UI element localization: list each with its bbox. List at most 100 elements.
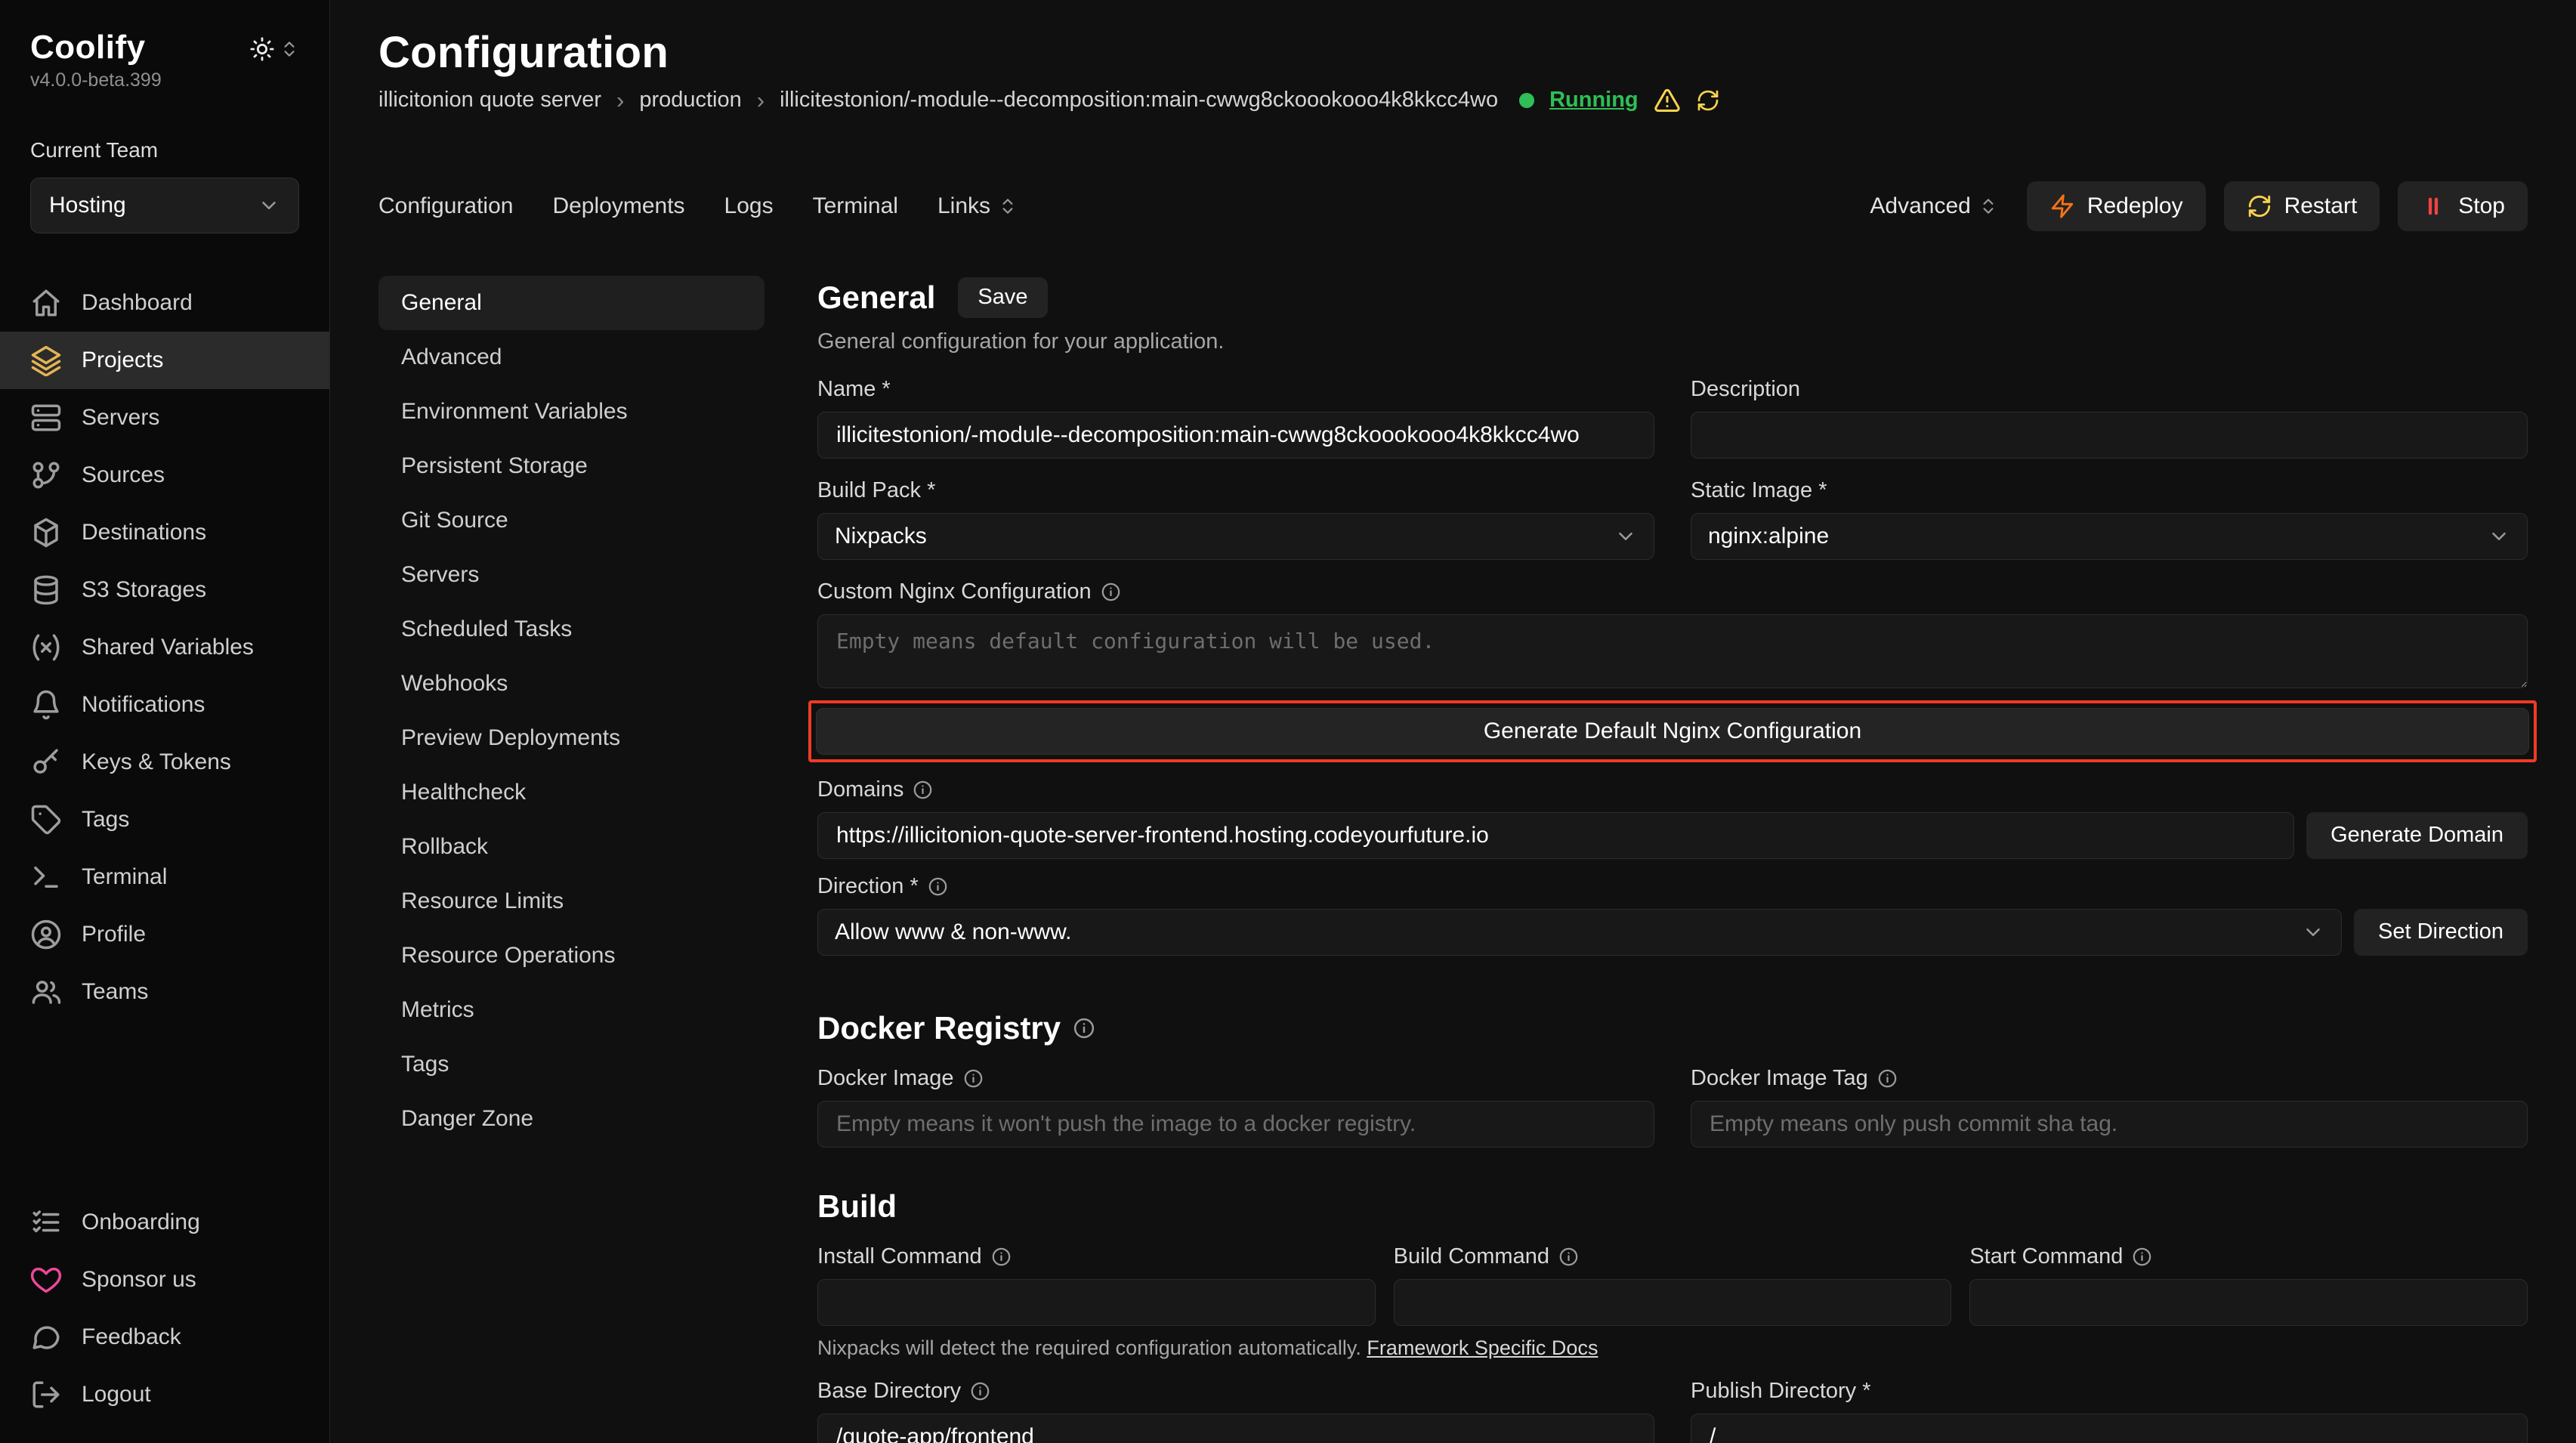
sidebar-nav: Dashboard Projects Servers Sources Destinati…: [0, 274, 329, 1021]
subnav-item-metrics[interactable]: Metrics: [378, 983, 764, 1037]
subnav-item-scheduled-tasks[interactable]: Scheduled Tasks: [378, 602, 764, 657]
sidebar-item-label: Sources: [82, 462, 165, 488]
tab-label: Terminal: [813, 193, 898, 219]
advanced-dropdown[interactable]: Advanced: [1870, 193, 1997, 219]
domains-input[interactable]: [817, 812, 2294, 859]
sidebar-item-feedback[interactable]: Feedback: [0, 1309, 329, 1366]
stop-button[interactable]: Stop: [2398, 181, 2528, 231]
publish-directory-input[interactable]: [1691, 1414, 2528, 1443]
subnav-item-rollback[interactable]: Rollback: [378, 820, 764, 874]
subnav-item-general[interactable]: General: [378, 276, 764, 330]
generate-nginx-config-button[interactable]: Generate Default Nginx Configuration: [816, 708, 2529, 755]
chevrons-up-down-icon: [1978, 196, 1998, 216]
docker-image-label: Docker Image: [817, 1066, 954, 1091]
build-pack-select[interactable]: Nixpacks: [817, 513, 1654, 560]
breadcrumb-separator: ›: [757, 87, 764, 114]
generate-domain-button[interactable]: Generate Domain: [2306, 812, 2528, 859]
set-direction-button[interactable]: Set Direction: [2354, 909, 2528, 956]
advanced-label: Advanced: [1870, 193, 1970, 219]
build-note-text: Nixpacks will detect the required config…: [817, 1336, 1361, 1359]
install-command-input[interactable]: [817, 1279, 1376, 1326]
breadcrumb-item[interactable]: production: [639, 88, 741, 113]
sidebar-item-onboarding[interactable]: Onboarding: [0, 1194, 329, 1251]
sidebar-item-teams[interactable]: Teams: [0, 963, 329, 1021]
base-directory-input[interactable]: [817, 1414, 1654, 1443]
layers-icon: [30, 345, 62, 376]
chevrons-up-down-icon: [280, 39, 299, 59]
current-team-label: Current Team: [0, 138, 329, 162]
section-heading-docker-registry: Docker Registry: [817, 1010, 1061, 1046]
general-form: General Save General configuration for y…: [817, 276, 2528, 1443]
tab-terminal[interactable]: Terminal: [813, 193, 898, 219]
refresh-status-icon[interactable]: [1696, 88, 1720, 113]
subnav-item-git-source[interactable]: Git Source: [378, 493, 764, 548]
direction-select[interactable]: Allow www & non-www.: [817, 909, 2342, 956]
tab-deployments[interactable]: Deployments: [552, 193, 684, 219]
sidebar-item-projects[interactable]: Projects: [0, 332, 329, 389]
sidebar-item-dashboard[interactable]: Dashboard: [0, 274, 329, 332]
sidebar-item-label: S3 Storages: [82, 577, 206, 603]
logout-icon: [30, 1379, 62, 1411]
sidebar-item-label: Logout: [82, 1382, 151, 1407]
tab-configuration[interactable]: Configuration: [378, 193, 513, 219]
box-icon: [30, 517, 62, 548]
sidebar-footer-nav: Onboarding Sponsor us Feedback Logout: [0, 1194, 329, 1423]
breadcrumb-item[interactable]: illicitestonion/-module--decomposition:m…: [780, 88, 1498, 113]
sidebar-item-tags[interactable]: Tags: [0, 791, 329, 848]
static-image-select[interactable]: nginx:alpine: [1691, 513, 2528, 560]
sidebar-item-label: Projects: [82, 348, 163, 373]
sidebar-item-sources[interactable]: Sources: [0, 446, 329, 504]
sidebar-item-sponsor-us[interactable]: Sponsor us: [0, 1251, 329, 1309]
sidebar-item-profile[interactable]: Profile: [0, 906, 329, 963]
start-command-input[interactable]: [1969, 1279, 2528, 1326]
build-command-input[interactable]: [1394, 1279, 1952, 1326]
save-button[interactable]: Save: [958, 277, 1047, 318]
sidebar-item-terminal[interactable]: Terminal: [0, 848, 329, 906]
docker-image-input[interactable]: [817, 1101, 1654, 1148]
sidebar-item-keys-tokens[interactable]: Keys & Tokens: [0, 734, 329, 791]
description-input[interactable]: [1691, 412, 2528, 459]
nginx-config-textarea[interactable]: [817, 614, 2528, 688]
home-icon: [30, 287, 62, 319]
base-directory-label: Base Directory: [817, 1379, 961, 1404]
sidebar-item-servers[interactable]: Servers: [0, 389, 329, 446]
server-icon: [30, 402, 62, 434]
theme-switcher[interactable]: [249, 36, 299, 62]
info-icon: [1101, 582, 1121, 602]
sidebar-item-label: Sponsor us: [82, 1267, 196, 1293]
name-input[interactable]: [817, 412, 1654, 459]
tab-label: Configuration: [378, 193, 513, 219]
status-dot: [1519, 93, 1534, 108]
subnav-item-environment-variables[interactable]: Environment Variables: [378, 385, 764, 439]
subnav-item-danger-zone[interactable]: Danger Zone: [378, 1092, 764, 1146]
subnav-item-persistent-storage[interactable]: Persistent Storage: [378, 439, 764, 493]
status-link[interactable]: Running: [1549, 88, 1639, 113]
subnav-item-resource-operations[interactable]: Resource Operations: [378, 929, 764, 983]
redeploy-button[interactable]: Redeploy: [2027, 181, 2206, 231]
nginx-config-label: Custom Nginx Configuration: [817, 579, 1092, 604]
tab-links[interactable]: Links: [937, 193, 1018, 219]
subnav-item-tags[interactable]: Tags: [378, 1037, 764, 1092]
sidebar-item-shared-variables[interactable]: Shared Variables: [0, 619, 329, 676]
subnav-item-healthcheck[interactable]: Healthcheck: [378, 765, 764, 820]
warning-icon: [1654, 87, 1681, 114]
subnav-item-webhooks[interactable]: Webhooks: [378, 657, 764, 711]
subnav-item-resource-limits[interactable]: Resource Limits: [378, 874, 764, 929]
breadcrumb-item[interactable]: illicitonion quote server: [378, 88, 601, 113]
section-subtitle: General configuration for your applicati…: [817, 329, 2528, 354]
subnav-item-preview-deployments[interactable]: Preview Deployments: [378, 711, 764, 765]
sidebar-item-s3-storages[interactable]: S3 Storages: [0, 561, 329, 619]
framework-docs-link[interactable]: Framework Specific Docs: [1367, 1336, 1598, 1359]
restart-button[interactable]: Restart: [2224, 181, 2380, 231]
docker-image-tag-input[interactable]: [1691, 1101, 2528, 1148]
tab-logs[interactable]: Logs: [724, 193, 774, 219]
sidebar-item-notifications[interactable]: Notifications: [0, 676, 329, 734]
user-circle-icon: [30, 919, 62, 950]
terminal-icon: [30, 861, 62, 893]
team-select[interactable]: Hosting: [30, 178, 299, 233]
sidebar-item-destinations[interactable]: Destinations: [0, 504, 329, 561]
message-icon: [30, 1321, 62, 1353]
subnav-item-advanced[interactable]: Advanced: [378, 330, 764, 385]
subnav-item-servers[interactable]: Servers: [378, 548, 764, 602]
sidebar-item-logout[interactable]: Logout: [0, 1366, 329, 1423]
